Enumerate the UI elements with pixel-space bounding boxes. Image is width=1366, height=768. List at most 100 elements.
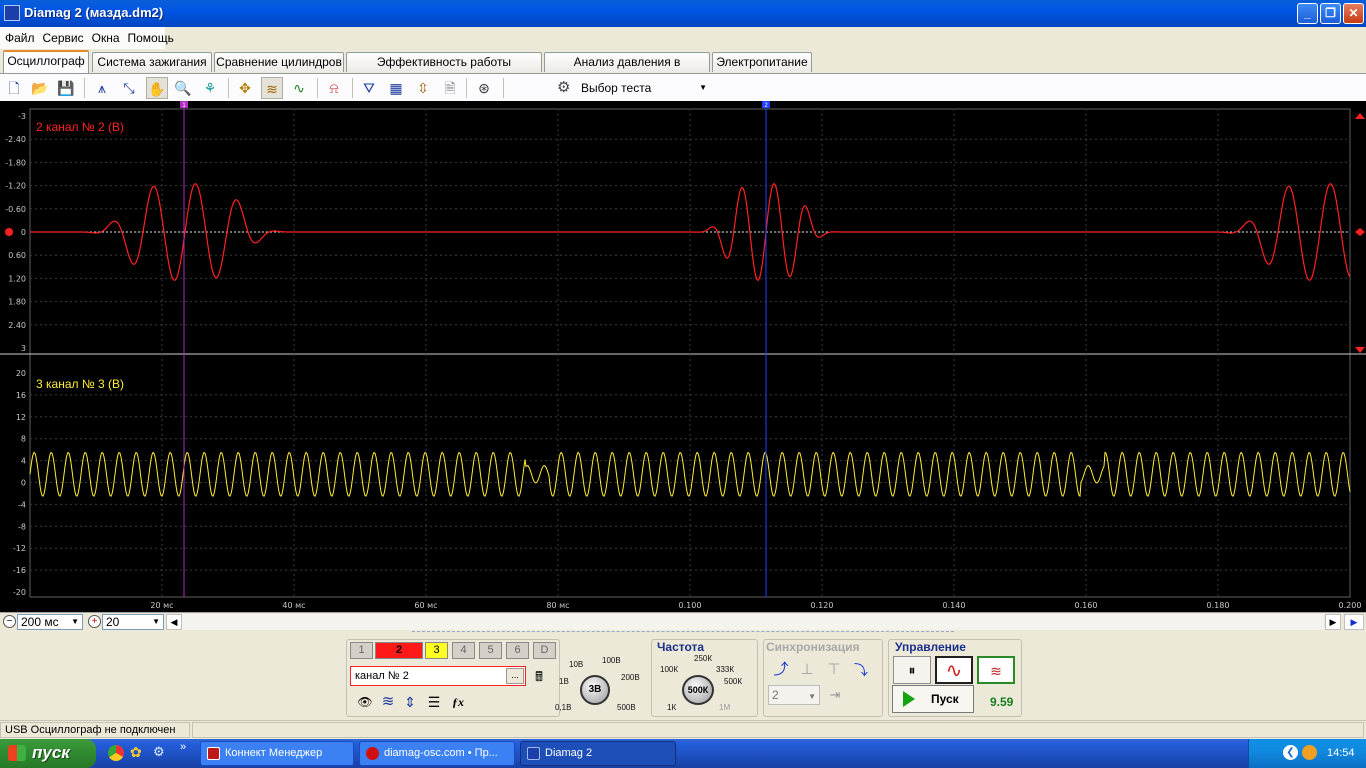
scroll-up-marker <box>1355 113 1365 119</box>
chevron-down-icon: ▼ <box>71 617 79 626</box>
oscilloscope-plot[interactable]: -3 -2.40 -1.80 -1.20 -0.60 0 0.60 1.20 1.80 2.40 3… <box>0 101 1366 612</box>
tab-cylinder-compare[interactable]: Сравнение цилиндров <box>214 52 344 72</box>
tree-icon[interactable]: ⚘ <box>199 77 221 99</box>
test-select-label: Выбор теста <box>581 81 652 95</box>
tab-ignition[interactable]: Система зажигания <box>92 52 212 72</box>
pause-icon: ⏸ <box>908 662 916 678</box>
scroll-right-button[interactable]: ▶ <box>1325 614 1341 630</box>
volt-label-1v: 1В <box>559 677 569 686</box>
system-tray: ❮ 14:54 <box>1248 739 1366 768</box>
connect-manager-icon <box>207 747 220 760</box>
channel-1-button[interactable]: 1 <box>350 642 373 659</box>
tab-cylinder-efficiency[interactable]: Эффективность работы цилиндров <box>346 52 542 87</box>
channel-label: 2 канал № 2 (В) <box>36 120 124 134</box>
sync-cursor-icon[interactable]: ⤵ <box>850 659 872 681</box>
waves-icon[interactable]: ≋ <box>261 77 283 99</box>
timebase-select[interactable]: 200 мс ▼ <box>17 614 83 630</box>
menu-windows[interactable]: Окна <box>87 27 123 45</box>
y-tick-label: -16 <box>13 566 26 575</box>
cursor-peak-icon[interactable]: ⩚ <box>91 77 113 99</box>
eye-icon[interactable]: 👁 <box>356 693 374 711</box>
channel-name-browse-button[interactable]: ... <box>506 668 524 684</box>
tab-power-supply[interactable]: Электропитание <box>712 52 812 72</box>
pause-button[interactable]: ⏸ <box>893 656 931 684</box>
zoom-icon[interactable]: 🔍 <box>172 77 194 99</box>
notes-icon[interactable]: 🗎 <box>439 77 461 99</box>
more-icon[interactable]: » <box>180 741 186 753</box>
sync-rising-icon[interactable]: ⤴ <box>770 659 792 681</box>
channel-3-button[interactable]: 3 <box>425 642 448 659</box>
sync-down-icon[interactable]: ⊤ <box>823 659 845 681</box>
menu-service[interactable]: Сервис <box>38 27 87 45</box>
single-wave-button[interactable]: ∿ <box>935 656 973 684</box>
close-button[interactable]: ✕ <box>1343 3 1364 24</box>
start-button[interactable]: Пуск <box>892 685 974 713</box>
cursor-trace-icon[interactable]: ⤡ <box>118 77 140 99</box>
function-icon[interactable]: ƒx <box>448 693 468 711</box>
channel-d-button[interactable]: D <box>533 642 556 659</box>
center-icon[interactable]: ✥ <box>234 77 256 99</box>
start-menu-button[interactable]: пуск <box>0 739 96 768</box>
voltage-knob[interactable]: 3В <box>580 675 610 705</box>
channel-2-button[interactable]: 2 <box>375 642 423 659</box>
tab-pressure-analysis[interactable]: Анализ давления в цилиндре <box>544 52 710 87</box>
menu-help[interactable]: Помощь <box>123 27 177 45</box>
zoom-out-icon[interactable]: − <box>3 615 16 628</box>
play-icon <box>903 691 915 707</box>
channel-4-button[interactable]: 4 <box>452 642 475 659</box>
wave-invert-icon[interactable]: ≋ <box>378 693 398 711</box>
task-opera[interactable]: diamag-osc.com • Пр... <box>359 741 515 766</box>
scope-canvas[interactable]: -3 -2.40 -1.80 -1.20 -0.60 0 0.60 1.20 1.80 2.40 3… <box>0 101 1366 612</box>
control-panel: 1 2 3 4 5 6 D канал № 2 ... 🖩 👁 ≋ ⇕ ☰ ƒx… <box>0 631 1366 720</box>
grid-icon[interactable]: ▦ <box>385 77 407 99</box>
test-select[interactable]: ⚙ Выбор теста ▼ <box>553 77 713 99</box>
zoom-select[interactable]: 20 ▼ <box>102 614 164 630</box>
y-tick-label: -2.40 <box>5 135 26 144</box>
tab-oscilloscope[interactable]: Осциллограф <box>3 50 89 73</box>
save-icon[interactable]: 💾 <box>55 77 77 99</box>
task-diamag[interactable]: Diamag 2 <box>520 741 676 766</box>
open-folder-icon[interactable]: 📂 <box>29 77 51 99</box>
messenger-icon[interactable]: ✿ <box>130 744 142 761</box>
chrome-icon[interactable] <box>108 745 124 761</box>
network-icon[interactable]: ⚙ <box>153 744 165 760</box>
restore-button[interactable]: ❐ <box>1320 3 1341 24</box>
hand-icon[interactable]: ✋ <box>146 77 168 99</box>
multi-wave-icon: ≋ <box>990 663 1002 679</box>
wave-filter-icon[interactable]: ∿ <box>288 77 310 99</box>
tray-app-icon[interactable] <box>1302 745 1317 760</box>
plot-frame <box>29 108 1351 598</box>
scroll-end-button[interactable]: ▶ <box>1344 614 1364 630</box>
horizontal-scrollbar[interactable] <box>182 614 1324 630</box>
lines-icon[interactable]: ☰ <box>423 693 445 711</box>
auto-trigger-icon[interactable]: ⍾ <box>323 77 345 99</box>
new-file-icon[interactable]: 🗋 <box>3 77 25 99</box>
sync-channel-select[interactable]: 2 ▼ <box>768 685 820 705</box>
panel-splitter[interactable] <box>412 631 954 635</box>
clock[interactable]: 14:54 <box>1327 747 1355 759</box>
menu-file[interactable]: Файл <box>0 27 38 45</box>
vertical-shift-icon[interactable]: ⇕ <box>401 693 419 711</box>
taskbar: пуск ✿ ⚙ » Коннект Менеджер diamag-osc.c… <box>0 739 1366 768</box>
status-empty <box>192 722 1364 738</box>
channel-settings-icon[interactable]: 🖩 <box>530 667 548 687</box>
volt-label-01v: 0,1В <box>555 703 572 712</box>
auto-icon[interactable]: ⊛ <box>473 77 495 99</box>
split-icon[interactable]: ⇳ <box>412 77 434 99</box>
y-tick-label: -0.60 <box>5 205 26 214</box>
filter-icon[interactable]: ⛛ <box>358 77 380 99</box>
channel-5-button[interactable]: 5 <box>479 642 502 659</box>
minimize-button[interactable]: _ <box>1297 3 1318 24</box>
tray-back-icon[interactable]: ❮ <box>1283 745 1298 760</box>
multi-wave-button[interactable]: ≋ <box>977 656 1015 684</box>
sync-collapse-icon[interactable]: ⇥ <box>824 685 846 705</box>
channel-name-input[interactable]: канал № 2 <box>350 666 526 686</box>
frequency-knob[interactable]: 500К <box>682 675 714 705</box>
channel-6-button[interactable]: 6 <box>506 642 529 659</box>
scroll-left-button[interactable]: ◀ <box>166 614 182 630</box>
x-tick-label: 0.180 <box>1207 601 1230 610</box>
y-tick-label: 4 <box>21 457 26 466</box>
sync-up-icon[interactable]: ⊥ <box>796 659 818 681</box>
task-connect-manager[interactable]: Коннект Менеджер <box>200 741 354 766</box>
zoom-in-icon[interactable]: + <box>88 615 101 628</box>
